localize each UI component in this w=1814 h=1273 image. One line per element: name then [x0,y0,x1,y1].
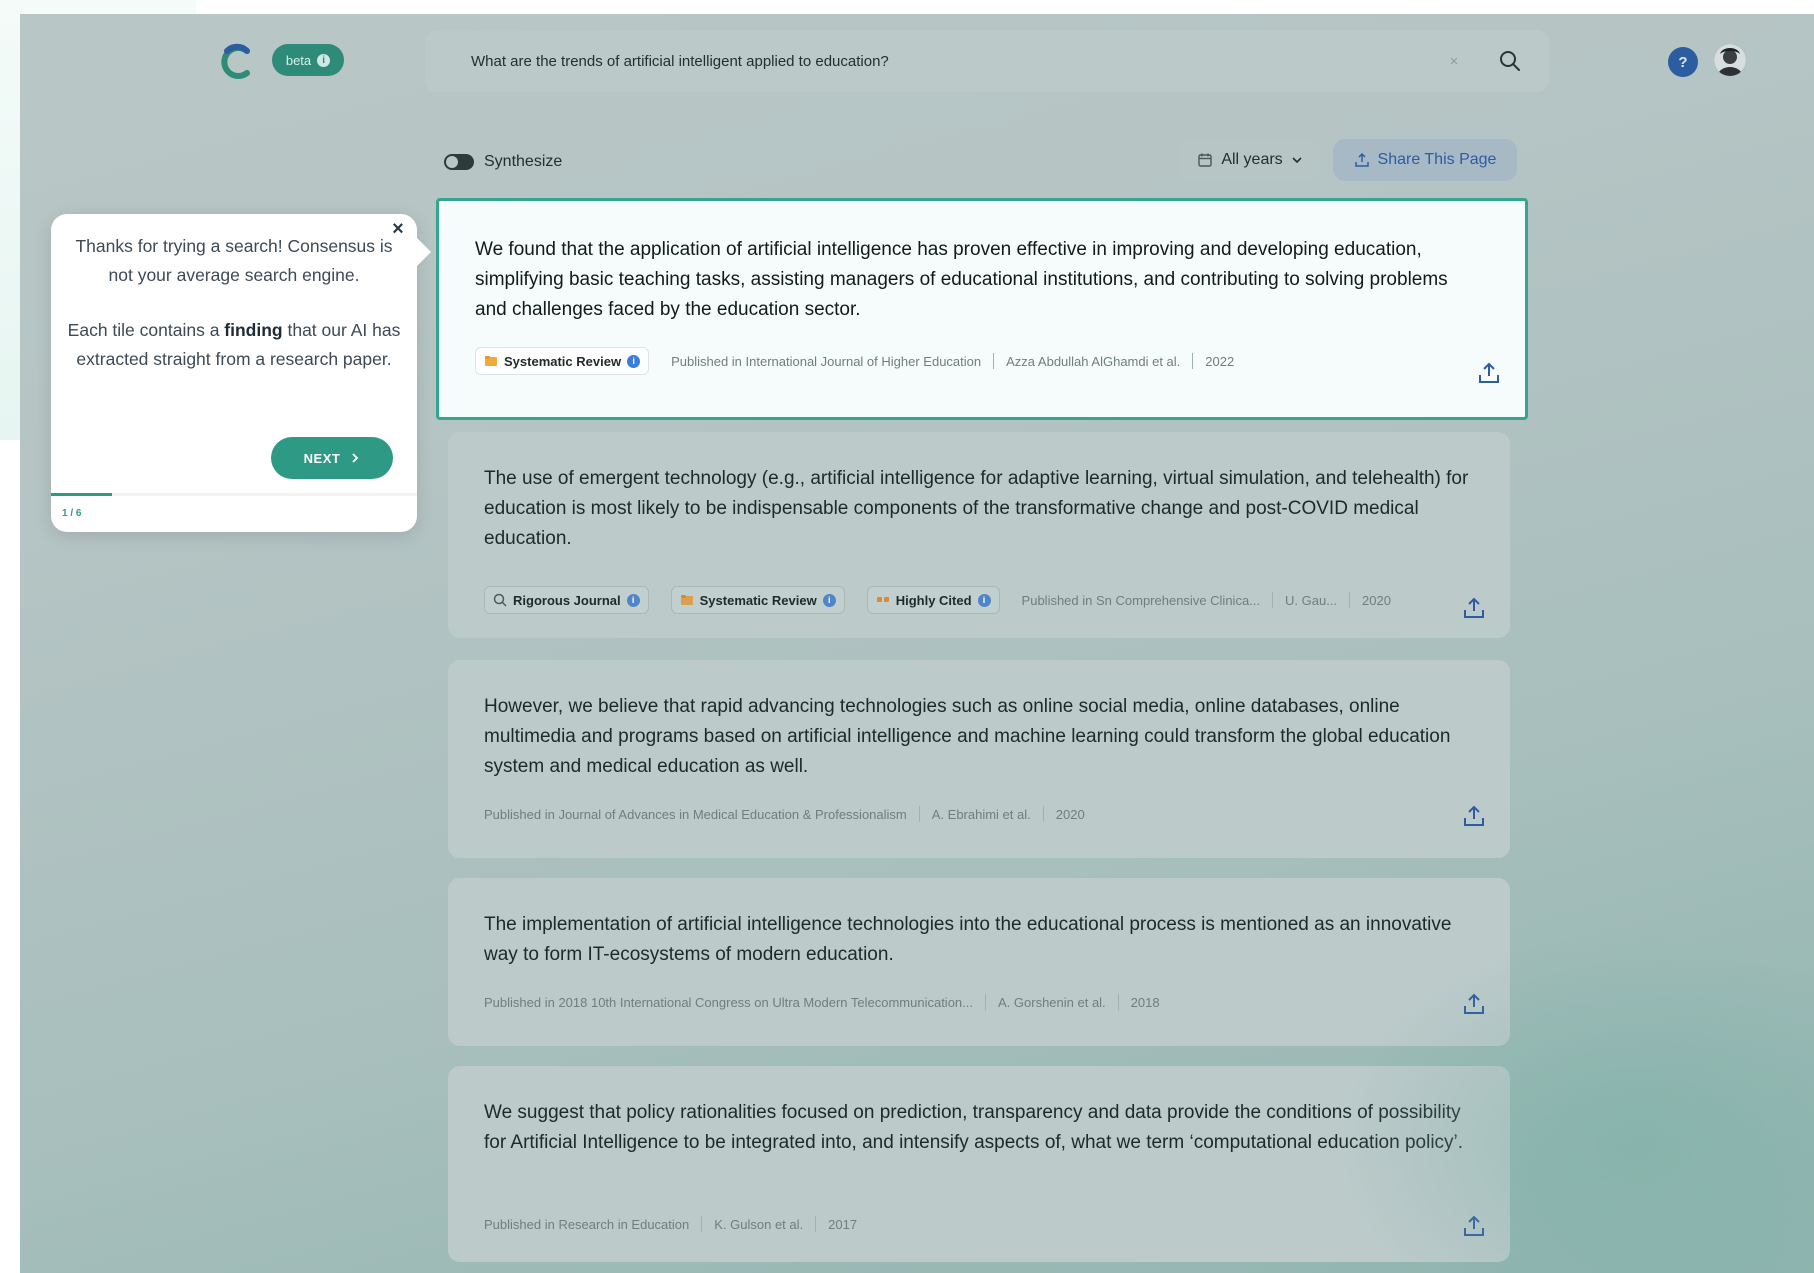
result-meta: Published in Journal of Advances in Medi… [484,806,1474,822]
step-counter: 1 / 6 [62,508,82,519]
authors: A. Gorshenin et al. [998,994,1106,1010]
divider [1117,994,1119,1010]
badge-label: Systematic Review [699,592,817,608]
toggle-switch[interactable] [444,154,474,170]
year: 2020 [1055,806,1085,822]
badge-label: Rigorous Journal [513,592,621,608]
finding-text: The implementation of artificial intelli… [484,914,1452,965]
result-meta: Published in Research in Education K. Gu… [484,1216,1474,1232]
journal-name[interactable]: Published in 2018 10th International Con… [484,995,973,1010]
journal-name[interactable]: Published in International Journal of Hi… [671,354,981,369]
search-icon [1500,51,1520,71]
next-label: NEXT [303,450,341,466]
tooltip-intro: Thanks for trying a search! Consensus is… [75,236,393,285]
journal-name[interactable]: Published in Journal of Advances in Medi… [484,807,907,822]
year: 2020 [1362,592,1391,608]
years-dropdown[interactable]: All years [1180,139,1320,181]
finding-text: However, we believe that rapid advancing… [484,696,1451,777]
finding-text: We suggest that policy rationalities foc… [484,1102,1464,1153]
journal-name[interactable]: Published in Research in Education [484,1217,689,1232]
divider [993,353,995,369]
progress-bar [51,493,112,496]
result-card[interactable]: However, we believe that rapid advancing… [448,660,1510,858]
upload-icon [1354,152,1369,167]
chevron-down-icon [1292,157,1302,164]
search-bar[interactable]: What are the trends of artificial intell… [425,30,1549,92]
badge-label: Highly Cited [895,592,972,608]
divider [1349,592,1351,608]
synthesize-label: Synthesize [484,153,563,170]
share-page-button[interactable]: Share This Page [1333,139,1517,181]
share-icon[interactable] [1462,992,1486,1016]
year: 2018 [1130,994,1160,1010]
result-card[interactable]: The use of emergent technology (e.g., ar… [448,432,1510,638]
authors: A. Ebrahimi et al. [931,806,1031,822]
divider [1042,806,1044,822]
info-icon: i [626,593,640,607]
clear-search-icon[interactable]: × [1445,52,1463,70]
divider [701,1216,703,1232]
result-meta: Rigorous Journal i Systematic Review i H… [484,586,1474,614]
divider [815,1216,817,1232]
calendar-icon [1198,153,1213,167]
text-fragment: Each tile contains a [67,320,225,340]
avatar-icon [1714,44,1746,76]
folder-icon [485,356,497,366]
quote-icon [876,597,889,602]
year: 2022 [1205,353,1235,369]
info-icon: i [822,593,836,607]
authors: Azza Abdullah AlGhamdi et al. [1006,353,1181,369]
rigorous-journal-badge[interactable]: Rigorous Journal i [484,586,649,614]
badge-label: Systematic Review [504,353,622,369]
info-icon: i [977,593,991,607]
user-avatar[interactable] [1714,44,1746,76]
highly-cited-badge[interactable]: Highly Cited i [866,586,1000,614]
share-icon[interactable] [1462,804,1486,828]
divider [1272,592,1274,608]
year: 2017 [828,1216,858,1232]
years-label: All years [1221,151,1283,168]
share-icon[interactable] [1477,361,1501,385]
divider [918,806,920,822]
text-emphasis: finding [224,320,283,340]
result-card[interactable]: The implementation of artificial intelli… [448,878,1510,1046]
share-page-label: Share This Page [1377,151,1497,168]
chevron-right-icon [352,453,359,463]
authors: U. Gau... [1285,592,1338,608]
tooltip-explanation: Each tile contains a finding that our AI… [65,316,403,374]
beta-badge[interactable]: beta i [272,44,344,76]
synthesize-toggle[interactable]: Synthesize [444,153,562,171]
consensus-logo-icon[interactable] [218,43,252,81]
finding-text: The use of emergent technology (e.g., ar… [484,468,1469,549]
magnifier-icon [493,593,507,607]
info-icon: i [317,53,331,67]
share-icon[interactable] [1462,596,1486,620]
next-button[interactable]: NEXT [271,437,393,479]
systematic-review-badge[interactable]: Systematic Review i [475,347,650,375]
finding-text: We found that the application of artific… [475,239,1448,320]
tooltip-body: Thanks for trying a search! Consensus is… [65,232,403,374]
share-icon[interactable] [1462,1214,1486,1238]
app-window: beta i What are the trends of artificial… [20,14,1814,1273]
result-card[interactable]: We suggest that policy rationalities foc… [448,1066,1510,1262]
result-meta: Systematic Review i Published in Interna… [475,347,1489,375]
divider [985,994,986,1010]
divider [1192,353,1194,369]
journal-name[interactable]: Published in Sn Comprehensive Clinica... [1022,593,1260,608]
search-input[interactable]: What are the trends of artificial intell… [471,53,1445,70]
result-meta: Published in 2018 10th International Con… [484,994,1474,1010]
onboarding-tooltip: × Thanks for trying a search! Consensus … [51,214,431,532]
result-card[interactable]: We found that the application of artific… [436,198,1528,420]
beta-label: beta [285,52,312,68]
info-icon: i [627,354,641,368]
folder-icon [680,595,693,605]
help-button[interactable]: ? [1668,47,1698,77]
search-button[interactable] [1497,48,1523,74]
systematic-review-badge[interactable]: Systematic Review i [670,586,845,614]
authors: K. Gulson et al. [714,1216,804,1232]
